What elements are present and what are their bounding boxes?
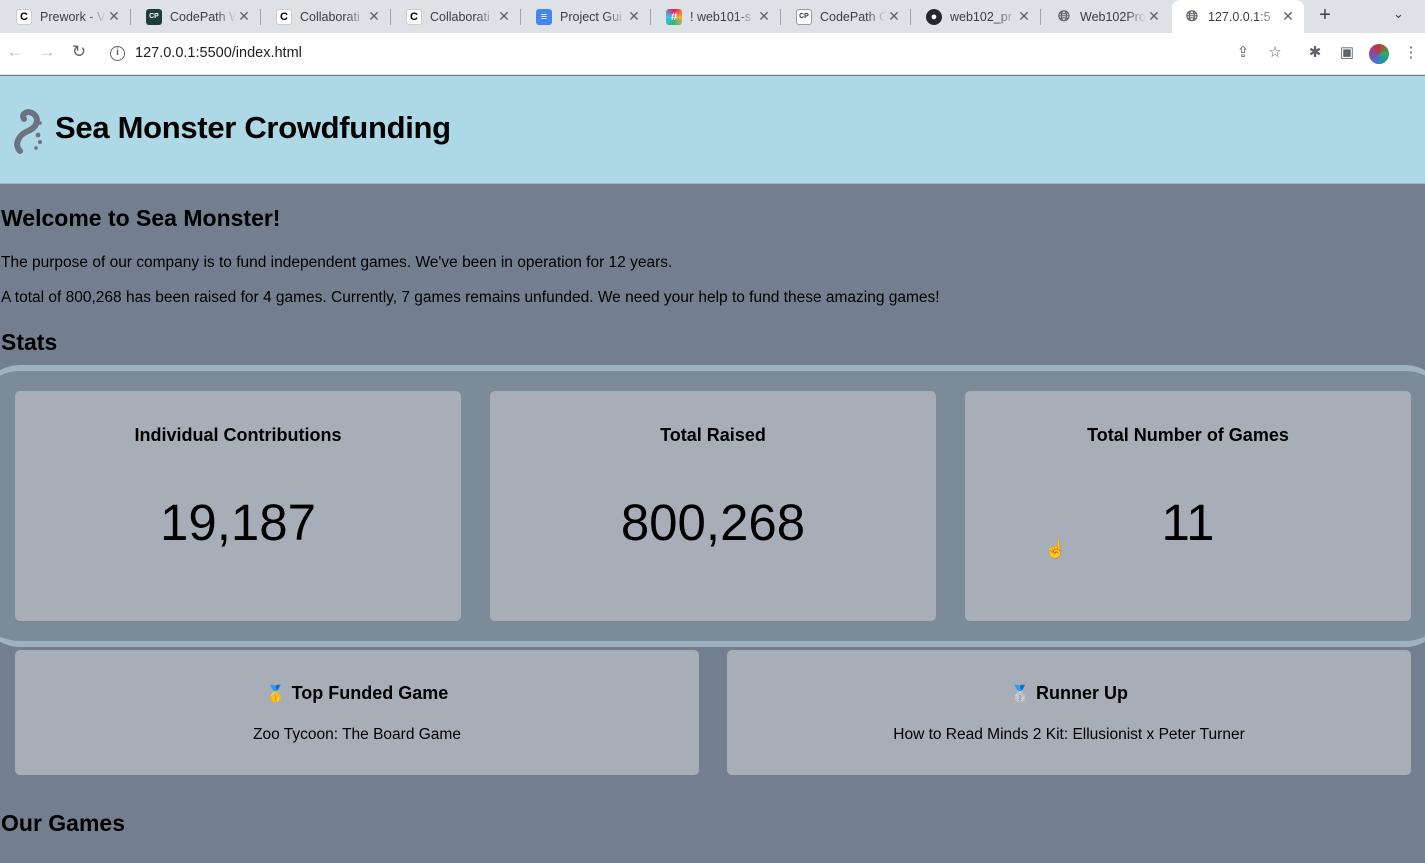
close-tab-icon[interactable]: ✕ — [366, 8, 382, 25]
close-tab-icon[interactable]: ✕ — [236, 8, 252, 25]
codepath-c-icon: C — [406, 8, 422, 25]
browser-tab[interactable]: ● web102_pr ✕ — [914, 4, 1041, 29]
globe-icon: 🌐︎ — [1185, 8, 1198, 25]
stat-card-contributions: Individual Contributions 19,187 — [15, 391, 461, 621]
browser-tab[interactable]: C Prework - V ✕ — [4, 4, 131, 29]
stat-value: 19,187 — [160, 494, 316, 551]
browser-tab[interactable]: ≡ Project Gui ✕ — [524, 4, 651, 29]
top-funded-game-name: Zoo Tycoon: The Board Game — [253, 726, 461, 743]
extensions-icon[interactable]: ✱ — [1305, 43, 1325, 61]
silver-medal-icon: 🥈 — [1010, 686, 1030, 703]
more-menu-icon[interactable]: ⋮ — [1401, 43, 1421, 61]
close-tab-icon[interactable]: ✕ — [1016, 8, 1032, 25]
web-page: Sea Monster Crowdfunding Welcome to Sea … — [0, 76, 1425, 863]
new-tab-icon[interactable]: + — [1313, 4, 1337, 27]
stat-card-total-raised: Total Raised 800,268 — [490, 391, 936, 621]
stats-title: Stats — [1, 329, 58, 355]
browser-tab[interactable]: # ! web101-s ✕ — [654, 4, 781, 29]
stat-label: Individual Contributions — [134, 425, 342, 445]
stat-value: 800,268 — [620, 494, 806, 551]
reload-icon[interactable]: ↻ — [68, 42, 90, 62]
stat-value: 11 — [1161, 494, 1215, 551]
browser-tab[interactable]: C Collaborati ✕ — [264, 4, 391, 29]
site-info-icon[interactable]: i — [110, 46, 125, 61]
welcome-title: Welcome to Sea Monster! — [1, 205, 281, 231]
tentacle-logo-icon — [14, 109, 42, 154]
browser-tab[interactable]: C Collaborati ✕ — [394, 4, 521, 29]
close-tab-icon[interactable]: ✕ — [1146, 8, 1162, 25]
forward-arrow-icon[interactable]: → — [36, 42, 58, 62]
close-tab-icon[interactable]: ✕ — [626, 8, 642, 25]
close-tab-icon[interactable]: ✕ — [886, 8, 902, 25]
close-tab-icon[interactable]: ✕ — [1280, 8, 1296, 25]
codepath-dark-icon: CP — [146, 8, 162, 25]
browser-tab[interactable]: 🌐︎ Web102Pro ✕ — [1044, 4, 1170, 29]
stat-label: Total Number of Games — [1087, 425, 1289, 445]
welcome-description: The purpose of our company is to fund in… — [1, 254, 673, 271]
runner-up-heading: 🥈 Runner Up — [1010, 683, 1128, 703]
google-docs-icon: ≡ — [536, 8, 552, 25]
codepath-c-icon: C — [16, 8, 32, 25]
browser-tab[interactable]: CP CodePath W ✕ — [134, 4, 261, 29]
slack-icon: # — [666, 8, 682, 25]
site-title: Sea Monster Crowdfunding — [55, 110, 451, 145]
our-games-title: Our Games — [1, 810, 125, 836]
close-tab-icon[interactable]: ✕ — [756, 8, 772, 25]
stat-label: Total Raised — [660, 425, 766, 445]
github-icon: ● — [926, 8, 942, 25]
site-header: Sea Monster Crowdfunding — [0, 76, 1425, 184]
browser-tab-strip: C Prework - V ✕ CP CodePath W ✕ C Collab… — [0, 0, 1425, 33]
close-tab-icon[interactable]: ✕ — [106, 8, 122, 25]
codepath-c-icon: C — [276, 8, 292, 25]
gold-medal-icon: 🥇 — [265, 686, 286, 703]
top-funded-heading: 🥇 Top Funded Game — [265, 683, 449, 703]
globe-icon: 🌐︎ — [1057, 8, 1070, 25]
browser-tab-active[interactable]: 🌐︎ 127.0.0.1:5 ✕ — [1172, 0, 1304, 33]
address-bar[interactable]: 127.0.0.1:5500/index.html — [135, 45, 302, 61]
stat-card-total-games: Total Number of Games 11 — [965, 391, 1411, 621]
browser-tab[interactable]: CP CodePath C ✕ — [784, 4, 911, 29]
runner-up-game-card: 🥈 Runner Up How to Read Minds 2 Kit: Ellu… — [727, 650, 1411, 775]
top-funded-game-card: 🥇 Top Funded Game Zoo Tycoon: The Board G… — [15, 650, 699, 775]
side-panel-icon[interactable]: ▣ — [1337, 43, 1357, 61]
chevron-down-icon[interactable]: ⌄ — [1393, 6, 1404, 22]
bookmark-star-icon[interactable]: ☆ — [1265, 43, 1285, 61]
browser-toolbar: ← → ↻ i 127.0.0.1:5500/index.html ⇪ ☆ ✱ … — [0, 33, 1425, 75]
share-icon[interactable]: ⇪ — [1233, 43, 1253, 61]
profile-avatar[interactable] — [1368, 43, 1390, 65]
close-tab-icon[interactable]: ✕ — [496, 8, 512, 25]
codepath-light-icon: CP — [796, 8, 812, 25]
hand-cursor-icon: ☝ — [1045, 540, 1067, 559]
back-arrow-icon[interactable]: ← — [4, 42, 26, 62]
runner-up-game-name: How to Read Minds 2 Kit: Ellusionist x P… — [893, 726, 1245, 743]
funding-summary: A total of 800,268 has been raised for 4… — [1, 289, 940, 306]
